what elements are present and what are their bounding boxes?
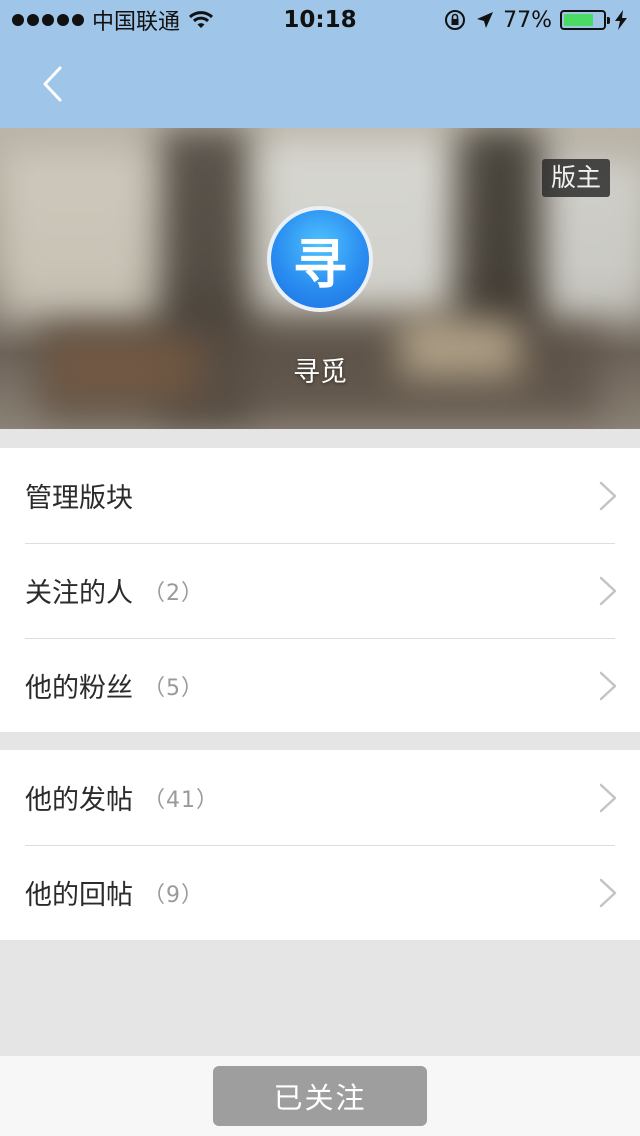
- profile-header: 版主 寻 寻觅: [0, 128, 640, 429]
- battery-icon: [560, 10, 610, 30]
- row-count: （41）: [143, 787, 219, 813]
- chevron-left-icon: [43, 66, 62, 102]
- row-count: （9）: [143, 882, 204, 908]
- orientation-lock-icon: [445, 10, 466, 30]
- menu-group-primary: 管理版块 关注的人 （2） 他的粉丝 （5）: [0, 448, 640, 732]
- carrier-label: 中国联通: [92, 10, 181, 35]
- row-manage-board[interactable]: 管理版块: [0, 448, 640, 543]
- menu-group-posts: 他的发帖 （41） 他的回帖 （9）: [0, 750, 640, 940]
- background-blur: [0, 148, 150, 318]
- avatar[interactable]: 寻: [267, 206, 373, 312]
- wifi-icon: [188, 11, 214, 28]
- row-label: 他的回帖: [25, 880, 133, 911]
- chevron-right-icon: [599, 671, 617, 701]
- battery-fill: [564, 14, 594, 26]
- status-left: 中国联通: [12, 4, 214, 36]
- avatar-glyph: 寻: [271, 210, 369, 308]
- row-replies[interactable]: 他的回帖 （9）: [0, 845, 640, 940]
- back-button[interactable]: [30, 58, 74, 110]
- charging-bolt-icon: [615, 10, 627, 30]
- username: 寻觅: [293, 357, 347, 388]
- bottom-bar: 已关注: [0, 1056, 640, 1136]
- chevron-right-icon: [599, 576, 617, 606]
- follow-button[interactable]: 已关注: [213, 1066, 427, 1126]
- row-label: 他的发帖: [25, 785, 133, 816]
- row-label: 管理版块: [25, 483, 133, 514]
- top-bar: 中国联通 10:18 77%: [0, 0, 640, 128]
- row-posts[interactable]: 他的发帖 （41）: [0, 750, 640, 845]
- row-count: （2）: [143, 580, 204, 606]
- chevron-right-icon: [599, 481, 617, 511]
- signal-dots-icon: [12, 14, 84, 26]
- status-bar: 中国联通 10:18 77%: [0, 0, 640, 40]
- battery-percent: 77%: [503, 7, 552, 33]
- row-count: （5）: [143, 675, 204, 701]
- status-right: 77%: [443, 8, 628, 33]
- chevron-right-icon: [599, 783, 617, 813]
- row-label: 他的粉丝: [25, 673, 133, 704]
- moderator-badge: 版主: [541, 159, 610, 197]
- row-followers[interactable]: 他的粉丝 （5）: [0, 638, 640, 733]
- chevron-right-icon: [599, 878, 617, 908]
- location-arrow-icon: [477, 12, 494, 28]
- row-following[interactable]: 关注的人 （2）: [0, 543, 640, 638]
- row-label: 关注的人: [25, 578, 133, 609]
